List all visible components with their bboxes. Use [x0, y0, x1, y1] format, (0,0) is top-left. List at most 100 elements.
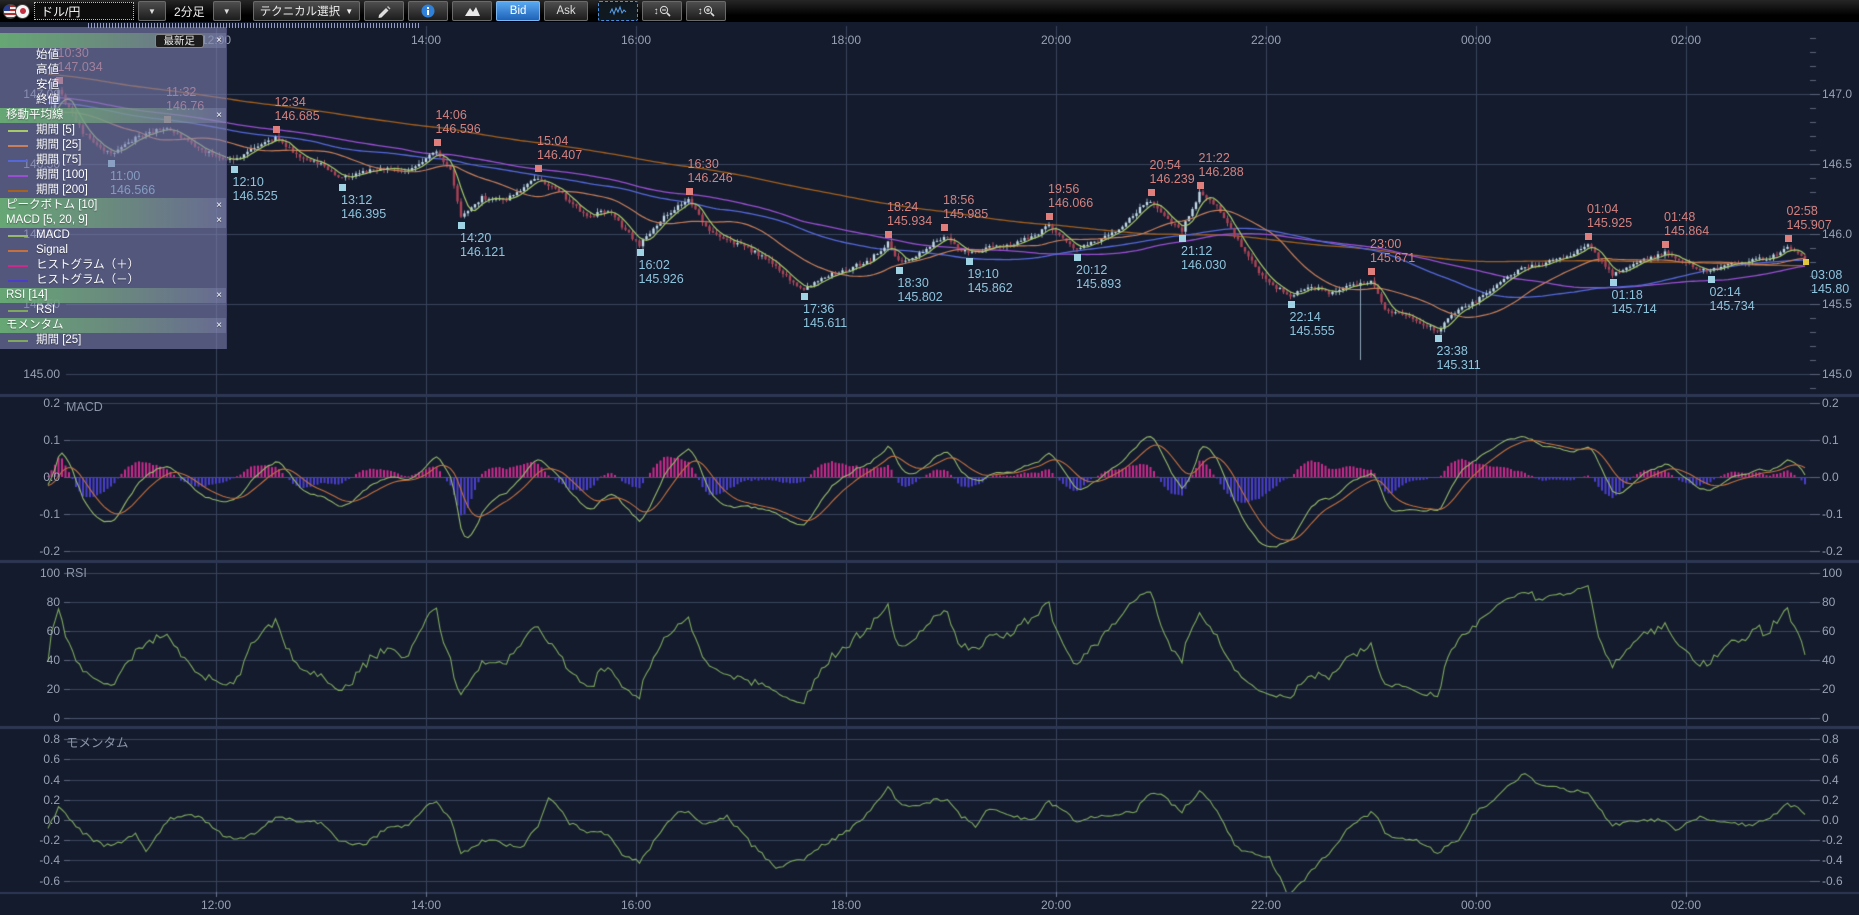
legend-color-swatch	[8, 310, 28, 312]
legend-section-header[interactable]: 移動平均線×	[0, 108, 226, 123]
indicator-tick-label-left: -0.1	[0, 507, 60, 521]
bottom-marker	[1435, 335, 1442, 342]
indicator-tick-label-right: 0.2	[1822, 793, 1839, 807]
indicator-tick-label-right: 0.0	[1822, 813, 1839, 827]
peak-annotation: 12:34146.685	[275, 95, 320, 123]
indicator-tick-label-left: 0.8	[0, 732, 60, 746]
legend-item: 終値	[0, 93, 226, 108]
legend-color-swatch	[8, 160, 28, 162]
legend-color-swatch	[8, 340, 28, 342]
time-axis-label-bottom: 18:00	[831, 898, 861, 912]
chart-style-button[interactable]	[452, 1, 492, 21]
legend-section-header[interactable]: RSI [14]×	[0, 288, 226, 303]
annotation-time: 12:34	[275, 95, 320, 109]
bottom-annotation: 17:36145.611	[803, 302, 847, 330]
legend-section-header[interactable]: 最新足 ×	[0, 33, 226, 48]
timeframe-dropdown-button[interactable]: ▼	[213, 1, 241, 21]
indicator-tick-label-right: -0.2	[1822, 544, 1843, 558]
annotation-price: 145.985	[943, 207, 988, 221]
symbol-dropdown-button[interactable]: ▼	[138, 1, 166, 21]
indicator-tick-label-right: -0.2	[1822, 833, 1843, 847]
legend-section-header[interactable]: モメンタム ×	[0, 318, 226, 333]
time-axis-label-top: 00:00	[1461, 33, 1491, 47]
legend-item: 安値	[0, 78, 226, 93]
indicator-tick-label-right: 0.2	[1822, 396, 1839, 410]
peak-annotation: 01:04145.925	[1587, 202, 1632, 230]
peak-annotation: 18:24145.934	[887, 200, 932, 228]
annotation-price: 145.555	[1290, 324, 1335, 338]
close-icon[interactable]: ×	[216, 318, 222, 333]
magnifier-minus-icon	[659, 5, 671, 17]
close-icon[interactable]: ×	[216, 108, 222, 123]
timeframe-label[interactable]: 2分足	[170, 3, 209, 20]
annotation-price: 146.288	[1199, 165, 1244, 179]
annotation-time: 20:12	[1076, 263, 1121, 277]
chart-scrollbar[interactable]	[88, 23, 420, 28]
close-icon[interactable]: ×	[216, 213, 222, 228]
annotation-price: 146.395	[341, 207, 386, 221]
indicator-tick-label-right: 40	[1822, 653, 1835, 667]
legend-label: 期間 [75]	[36, 154, 81, 166]
annotation-time: 03:08	[1811, 268, 1849, 282]
price-axis-label-right: 145.5	[1822, 297, 1852, 311]
indicator-tick-label-right: 0	[1822, 711, 1829, 725]
annotation-price: 145.934	[887, 214, 932, 228]
zoom-out-button[interactable]: ↕	[642, 1, 682, 21]
peak-marker	[1148, 189, 1155, 196]
bottom-annotation: 22:14145.555	[1290, 310, 1335, 338]
annotation-time: 20:54	[1150, 158, 1195, 172]
time-axis-label-top: 02:00	[1671, 33, 1701, 47]
legend-section-header[interactable]: MACD [5, 20, 9]×	[0, 213, 226, 228]
indicator-tick-label-left: -0.6	[0, 874, 60, 888]
annotation-price: 145.311	[1437, 358, 1481, 372]
pane-title-momentum: モメンタム	[66, 732, 129, 751]
peak-annotation: 02:58145.907	[1787, 204, 1832, 232]
bottom-marker	[339, 184, 346, 191]
legend-item: 期間 [5]	[0, 123, 226, 138]
indicator-legend-panel: 最新足×始値高値安値終値移動平均線×期間 [5]期間 [25]期間 [75]期間…	[0, 27, 227, 349]
technical-select-button[interactable]: テクニカル選択 ▼	[253, 1, 360, 21]
annotation-price: 145.611	[803, 316, 847, 330]
legend-label: モメンタム	[6, 319, 64, 331]
ask-button[interactable]: Ask	[544, 1, 588, 21]
bid-button[interactable]: Bid	[496, 1, 540, 21]
bottom-marker	[896, 267, 903, 274]
annotation-time: 22:14	[1290, 310, 1335, 324]
peak-marker	[941, 224, 948, 231]
legend-label: 安値	[36, 79, 59, 91]
indicator-window-button[interactable]	[598, 1, 638, 21]
latest-bar-button[interactable]: 最新足	[155, 34, 205, 48]
annotation-time: 21:12	[1181, 244, 1226, 258]
chart-canvas[interactable]	[0, 0, 1859, 915]
annotation-time: 02:14	[1710, 285, 1755, 299]
draw-pencil-button[interactable]	[364, 1, 404, 21]
close-icon[interactable]: ×	[216, 198, 222, 213]
annotation-price: 146.596	[436, 122, 481, 136]
currency-pair-flags	[3, 4, 30, 19]
close-icon[interactable]: ×	[216, 288, 222, 303]
close-icon[interactable]: ×	[216, 33, 222, 48]
zoom-in-button[interactable]: ↕	[686, 1, 726, 21]
legend-section-header[interactable]: ピークボトム [10] ×	[0, 198, 226, 213]
time-axis-label-bottom: 00:00	[1461, 898, 1491, 912]
price-axis-label-right: 147.0	[1822, 87, 1852, 101]
time-axis-label-top: 14:00	[411, 33, 441, 47]
annotation-price: 145.80	[1811, 282, 1849, 296]
time-axis-label-top: 20:00	[1041, 33, 1071, 47]
annotation-price: 146.239	[1150, 172, 1195, 186]
indicator-tick-label-left: 0.0	[0, 470, 60, 484]
legend-color-swatch	[8, 190, 28, 192]
indicator-tick-label-left: 0.4	[0, 773, 60, 787]
symbol-field[interactable]: ドル/円	[34, 2, 134, 20]
indicator-tick-label-right: 0.6	[1822, 752, 1839, 766]
indicator-tick-label-right: -0.6	[1822, 874, 1843, 888]
annotation-time: 01:18	[1612, 288, 1657, 302]
legend-label: ピークボトム [10]	[6, 199, 97, 211]
info-button[interactable]	[408, 1, 448, 21]
peak-marker	[1368, 268, 1375, 275]
legend-label: RSI	[36, 304, 55, 316]
annotation-time: 01:48	[1664, 210, 1709, 224]
indicator-tick-label-right: 100	[1822, 566, 1842, 580]
legend-label: 期間 [100]	[36, 169, 88, 181]
legend-item: Signal	[0, 243, 226, 258]
